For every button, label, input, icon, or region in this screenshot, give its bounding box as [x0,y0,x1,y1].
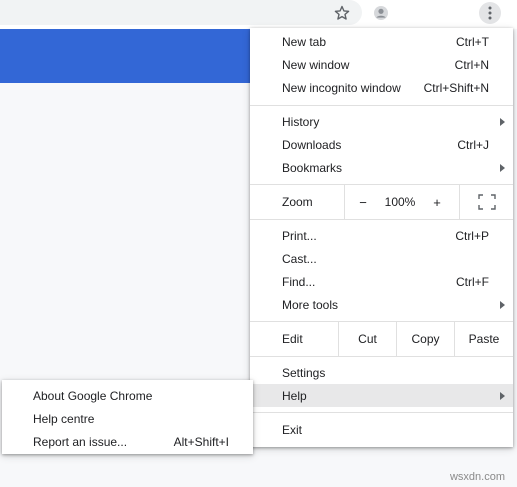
menu-item-label: New incognito window [282,80,401,95]
menu-item-shortcut: Ctrl+P [455,228,489,243]
submenu-item-shortcut: Alt+Shift+I [173,434,229,449]
menu-item-label: Cast... [282,251,317,266]
menu-item-print[interactable]: Print... Ctrl+P [250,224,513,247]
browser-toolbar [0,0,517,29]
zoom-level: 100% [384,195,416,209]
menu-item-bookmarks[interactable]: Bookmarks [250,156,513,179]
fullscreen-icon [477,194,496,210]
zoom-row: Zoom − 100% + [250,185,513,219]
profile-icon[interactable] [370,2,392,24]
menu-item-new-window[interactable]: New window Ctrl+N [250,53,513,76]
menu-item-shortcut: Ctrl+J [457,137,489,152]
menu-separator [250,105,513,106]
menu-item-label: Downloads [282,137,342,152]
menu-separator [250,219,513,220]
menu-separator [250,356,513,357]
help-submenu: About Google Chrome Help centre Report a… [2,380,253,454]
chrome-main-menu: New tab Ctrl+T New window Ctrl+N New inc… [250,28,513,447]
submenu-item-help-centre[interactable]: Help centre [2,407,253,430]
menu-item-label: Help [282,388,307,403]
submenu-item-about-google-chrome[interactable]: About Google Chrome [2,384,253,407]
menu-item-shortcut: Ctrl+F [456,274,489,289]
submenu-arrow-icon [500,392,505,400]
star-icon[interactable] [331,2,353,24]
menu-item-shortcut: Ctrl+Shift+N [423,80,489,95]
edit-row: Edit Cut Copy Paste [250,322,513,356]
page-header-bar [0,29,250,83]
menu-item-cast[interactable]: Cast... [250,247,513,270]
menu-item-label: New window [282,57,350,72]
copy-button[interactable]: Copy [397,322,454,356]
menu-item-exit[interactable]: Exit [250,418,513,441]
submenu-arrow-icon [500,118,505,126]
menu-item-shortcut: Ctrl+N [454,57,489,72]
menu-item-label: History [282,114,320,129]
menu-item-settings[interactable]: Settings [250,361,513,384]
menu-item-label: Find... [282,274,316,289]
fullscreen-button[interactable] [460,185,513,219]
menu-item-label: More tools [282,297,339,312]
zoom-in-button[interactable]: + [422,185,452,219]
submenu-item-label: Report an issue... [33,434,128,449]
watermark-text: wsxdn.com [449,471,505,483]
menu-item-label: Bookmarks [282,160,343,175]
zoom-out-button[interactable]: − [348,185,378,219]
menu-item-label: New tab [282,34,327,49]
menu-item-new-tab[interactable]: New tab Ctrl+T [250,30,513,53]
zoom-label: Zoom [282,195,313,209]
menu-item-help[interactable]: Help [250,384,513,407]
paste-button[interactable]: Paste [455,322,513,356]
kebab-menu-icon[interactable] [479,2,501,24]
menu-item-label: Settings [282,365,326,380]
submenu-arrow-icon [500,164,505,172]
cut-button[interactable]: Cut [339,322,396,356]
menu-item-label: Print... [282,228,317,243]
menu-item-downloads[interactable]: Downloads Ctrl+J [250,133,513,156]
menu-item-shortcut: Ctrl+T [456,34,489,49]
edit-label: Edit [282,332,303,346]
menu-separator [250,412,513,413]
submenu-arrow-icon [500,301,505,309]
menu-item-more-tools[interactable]: More tools [250,293,513,316]
zoom-divider [344,185,345,219]
menu-item-history[interactable]: History [250,110,513,133]
menu-item-find[interactable]: Find... Ctrl+F [250,270,513,293]
submenu-item-report-an-issue[interactable]: Report an issue... Alt+Shift+I [2,430,253,453]
menu-item-label: Exit [282,422,303,437]
address-bar[interactable] [0,0,362,25]
submenu-item-label: Help centre [33,411,95,426]
menu-item-new-incognito-window[interactable]: New incognito window Ctrl+Shift+N [250,76,513,99]
submenu-item-label: About Google Chrome [33,388,153,403]
